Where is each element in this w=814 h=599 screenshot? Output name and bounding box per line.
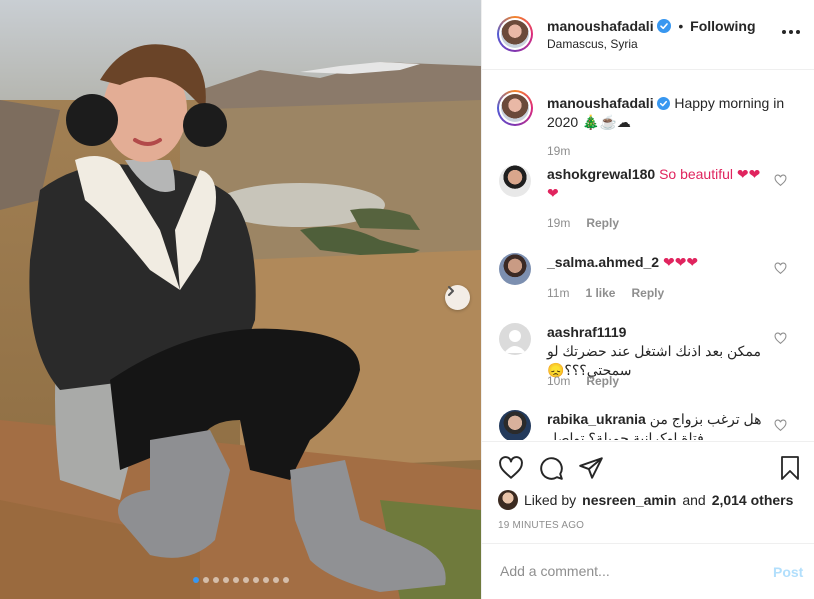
likes-others-link[interactable]: 2,014 others — [712, 492, 794, 508]
caption: manoushafadali Happy morning in 2020 🎄☕☁ — [547, 94, 797, 132]
bookmark-icon[interactable] — [778, 455, 802, 481]
comment-username[interactable]: rabika_ukrania — [547, 411, 646, 427]
comment: ashokgrewal180 So beautiful ❤❤❤ — [547, 165, 772, 203]
comment-meta: 11m 1 like Reply — [547, 286, 664, 300]
heart-icon[interactable] — [498, 455, 524, 481]
carousel-next-button[interactable] — [445, 285, 470, 310]
carousel-dot — [222, 577, 229, 583]
carousel-dot — [252, 577, 259, 583]
caption-author-avatar[interactable] — [497, 90, 533, 126]
comment-like-heart-icon[interactable] — [774, 419, 787, 432]
comment-text: ❤❤❤ — [662, 254, 699, 270]
comment: aashraf1119 ممكن بعد اذنك اشتغل عند حضرت… — [547, 323, 772, 380]
post-comment-button[interactable]: Post — [773, 564, 803, 580]
carousel-dot — [272, 577, 279, 583]
add-comment-bar: Post — [482, 543, 814, 599]
carousel-dot — [232, 577, 239, 583]
commenter-avatar[interactable] — [499, 253, 531, 285]
carousel-dot — [192, 577, 199, 583]
following-button[interactable]: Following — [690, 18, 755, 34]
instagram-post: manoushafadali • Following Damascus, Syr… — [0, 0, 814, 599]
comment: rabika_ukrania هل ترغب بزواج من فتاة اوك… — [547, 410, 772, 440]
comment-meta: 10m Reply — [547, 374, 619, 388]
reply-button[interactable]: Reply — [631, 286, 664, 300]
comments-list[interactable]: manoushafadali Happy morning in 2020 🎄☕☁… — [482, 70, 814, 440]
post-actions: Liked by nesreen_amin and 2,014 others 1… — [482, 441, 814, 541]
chevron-right-icon — [448, 286, 454, 296]
share-icon[interactable] — [578, 455, 604, 481]
reply-button[interactable]: Reply — [586, 374, 619, 388]
likes-and: and — [682, 492, 706, 508]
reply-button[interactable]: Reply — [586, 216, 619, 230]
verified-icon — [657, 19, 672, 33]
author-avatar[interactable] — [497, 16, 533, 52]
comment-username[interactable]: ashokgrewal180 — [547, 166, 655, 182]
carousel-dot — [282, 577, 289, 583]
post-sidebar: manoushafadali • Following Damascus, Syr… — [481, 0, 814, 599]
comment-likes-count[interactable]: 1 like — [585, 286, 615, 300]
location-link[interactable]: Damascus, Syria — [547, 37, 638, 51]
photo-illustration — [0, 0, 481, 599]
liked-by-label: Liked by — [524, 492, 577, 508]
carousel-indicator — [0, 577, 481, 583]
comment-time[interactable]: 11m — [547, 286, 569, 300]
posted-time[interactable]: 19 MINUTES AGO — [498, 520, 584, 531]
comment-icon[interactable] — [538, 455, 564, 481]
separator: • — [678, 18, 684, 34]
commenter-avatar[interactable] — [499, 165, 531, 197]
comment-time[interactable]: 10m — [547, 374, 570, 388]
carousel-dot — [262, 577, 269, 583]
more-options-icon[interactable] — [782, 30, 800, 34]
comment-username[interactable]: aashraf1119 — [547, 324, 626, 340]
carousel-dot — [212, 577, 219, 583]
comment-like-heart-icon[interactable] — [774, 174, 787, 187]
comment-like-heart-icon[interactable] — [774, 262, 787, 275]
author-username[interactable]: manoushafadali — [547, 18, 654, 34]
commenter-avatar[interactable] — [499, 323, 531, 355]
default-avatar-icon — [504, 330, 526, 353]
liker-avatar[interactable] — [498, 490, 518, 510]
post-header: manoushafadali • Following Damascus, Syr… — [482, 0, 814, 70]
comment-meta: 19m Reply — [547, 216, 619, 230]
verified-icon — [657, 97, 671, 110]
author-line: manoushafadali • Following — [547, 18, 756, 34]
commenter-avatar[interactable] — [499, 410, 531, 440]
carousel-dot — [242, 577, 249, 583]
carousel-dot — [202, 577, 209, 583]
comment-username[interactable]: _salma.ahmed_2 — [547, 254, 659, 270]
comment-like-heart-icon[interactable] — [774, 332, 787, 345]
caption-username[interactable]: manoushafadali — [547, 95, 654, 111]
comment-time[interactable]: 19m — [547, 216, 570, 230]
post-photo[interactable] — [0, 0, 481, 599]
caption-time[interactable]: 19m — [547, 144, 570, 158]
liker-username[interactable]: nesreen_amin — [582, 492, 676, 508]
likes-summary: Liked by nesreen_amin and 2,014 others — [498, 490, 793, 510]
comment: _salma.ahmed_2 ❤❤❤ — [547, 253, 772, 272]
comment-input[interactable] — [498, 562, 752, 580]
